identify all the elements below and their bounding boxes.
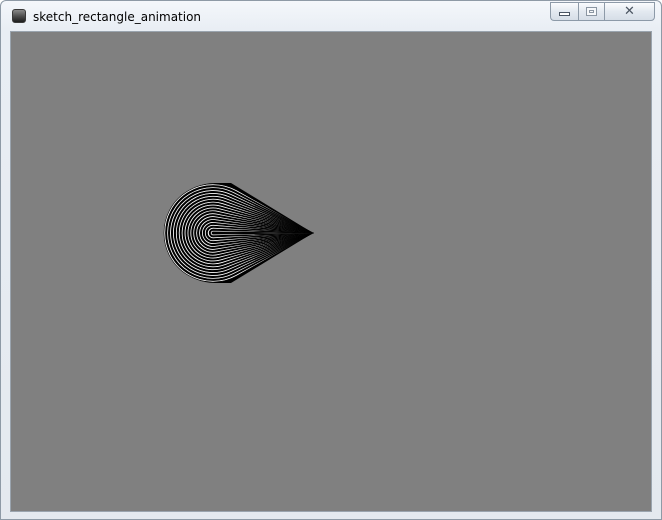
close-icon: ✕ <box>624 4 635 19</box>
close-button[interactable]: ✕ <box>604 2 655 21</box>
maximize-icon <box>586 7 597 16</box>
processing-app-icon[interactable] <box>12 9 26 23</box>
app-window: sketch_rectangle_animation ✕ <box>0 0 662 520</box>
sketch-drawing <box>163 183 315 283</box>
title-bar[interactable]: sketch_rectangle_animation ✕ <box>1 1 661 31</box>
maximize-button[interactable] <box>578 2 604 21</box>
caption-buttons: ✕ <box>550 2 655 21</box>
minimize-button[interactable] <box>550 2 578 21</box>
minimize-icon <box>559 12 570 16</box>
window-title: sketch_rectangle_animation <box>33 10 202 24</box>
sketch-canvas[interactable] <box>10 31 652 512</box>
